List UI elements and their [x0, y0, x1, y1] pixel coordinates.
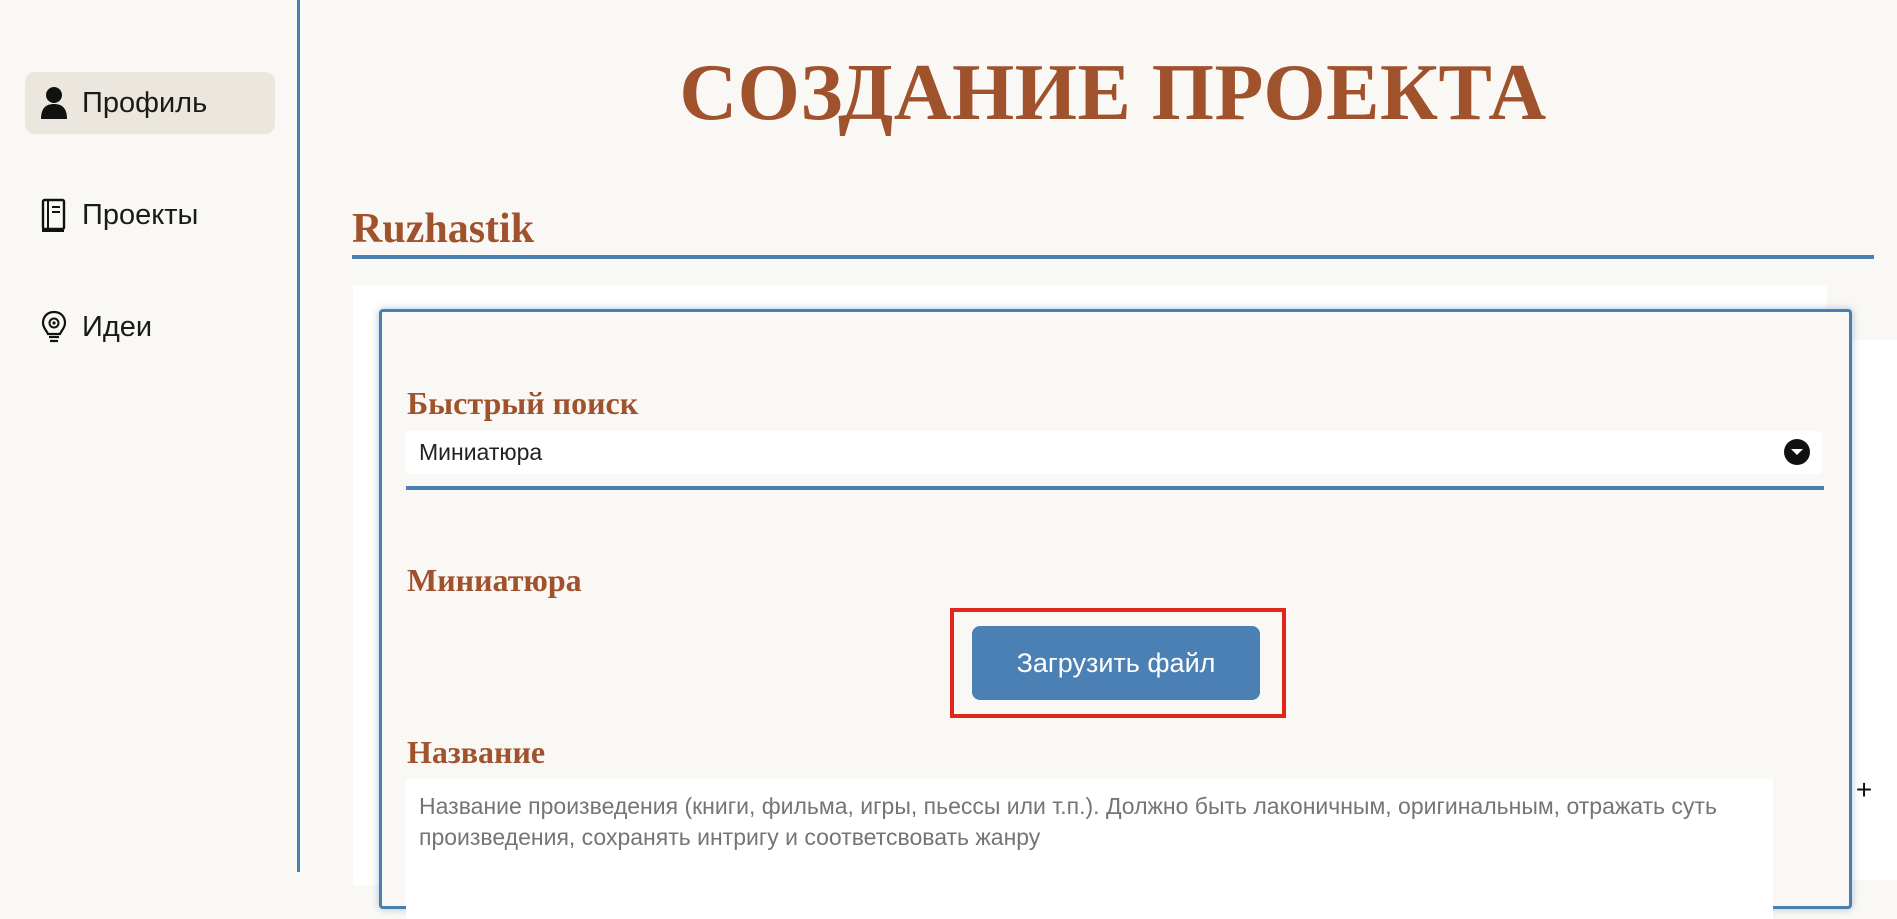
project-name-field[interactable]: Название произведения (книги, фильма, иг… [406, 779, 1773, 919]
name-label: Название [407, 734, 546, 770]
chevron-down-icon[interactable] [1784, 439, 1810, 465]
user-icon [39, 85, 69, 121]
add-icon[interactable]: + [1852, 776, 1876, 804]
main-content: СОЗДАНИЕ ПРОЕКТА Ruzhastik Быстрый поиск… [303, 0, 1897, 919]
project-form: Быстрый поиск Миниатюра Миниатюра Загруз… [379, 309, 1872, 919]
divider [406, 486, 1824, 490]
quick-search-select[interactable]: Миниатюра [406, 431, 1822, 474]
book-icon [39, 197, 69, 233]
sidebar-item-label: Проекты [82, 198, 199, 231]
thumbnail-label: Миниатюра [407, 562, 582, 598]
quick-search-value: Миниатюра [419, 439, 543, 465]
sidebar-item-profile[interactable]: Профиль [25, 72, 275, 134]
sidebar-item-label: Идеи [82, 310, 153, 343]
sidebar-item-projects[interactable]: Проекты [25, 184, 275, 246]
sidebar: Профиль Проекты Идеи [0, 0, 300, 872]
divider [352, 255, 1874, 259]
lightbulb-icon [39, 309, 69, 345]
sidebar-item-label: Профиль [82, 86, 208, 119]
username-heading: Ruzhastik [352, 206, 535, 252]
page-title: СОЗДАНИЕ ПРОЕКТА [679, 49, 1547, 137]
quick-search-label: Быстрый поиск [407, 385, 639, 421]
upload-file-button[interactable]: Загрузить файл [972, 626, 1260, 700]
sidebar-item-ideas[interactable]: Идеи [25, 296, 275, 358]
